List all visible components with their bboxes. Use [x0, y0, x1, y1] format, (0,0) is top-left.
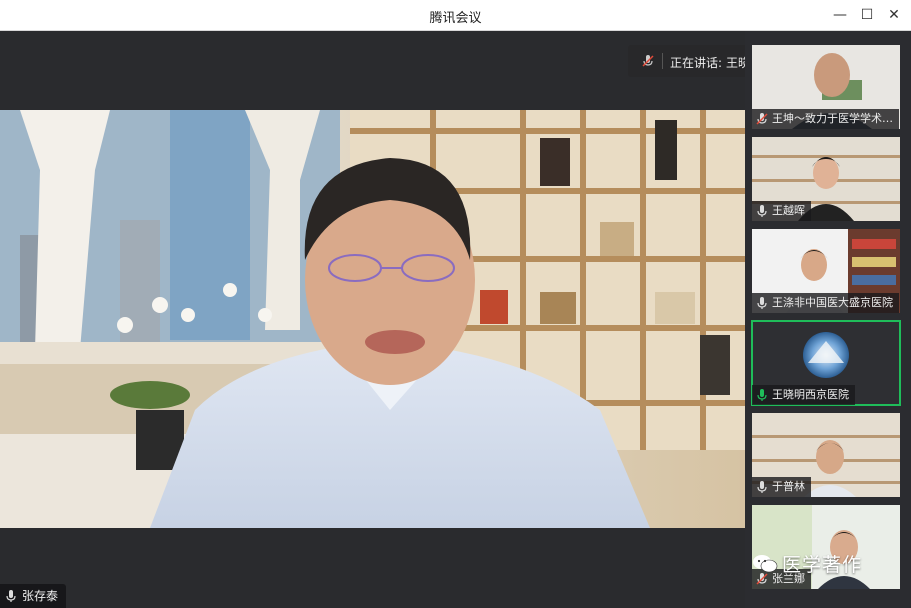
participant-tile[interactable]: 王越晖 [752, 137, 900, 221]
minimize-button[interactable]: — [829, 4, 851, 26]
participant-name: 王涤非中国医大盛京医院 [772, 296, 893, 309]
main-video[interactable] [0, 110, 745, 528]
meeting-window: 腾讯会议 — ☐ ✕ 张存泰 正在讲话: 王坤～致力于医学学术… 王越晖 王涤非… [0, 0, 911, 608]
watermark-text: 医学著作 [782, 554, 863, 576]
window-title: 腾讯会议 [429, 11, 482, 26]
participant-name: 于普林 [772, 480, 805, 493]
speaking-label: 正在讲话: [670, 56, 723, 70]
participant-label: 于普林 [752, 477, 811, 497]
microphone-icon [6, 590, 16, 602]
microphone-icon [757, 297, 767, 309]
microphone-icon [757, 481, 767, 493]
muted-microphone-icon [756, 113, 768, 125]
divider [662, 53, 663, 69]
participant-label: 王越晖 [752, 201, 811, 221]
participant-label: 王涤非中国医大盛京医院 [752, 293, 899, 313]
participant-tile[interactable]: 于普林 [752, 413, 900, 497]
participant-tile-active[interactable]: 王晓明西京医院 [751, 320, 901, 406]
participant-name: 王坤～致力于医学学术… [772, 112, 893, 125]
watermark: 医学著作 [752, 550, 862, 577]
participant-name: 王越晖 [772, 204, 805, 217]
title-bar: 腾讯会议 — ☐ ✕ [0, 0, 911, 31]
wechat-icon [753, 554, 778, 572]
participant-sidebar: 王坤～致力于医学学术… 王越晖 王涤非中国医大盛京医院 王晓明西京医院 于普林 … [745, 31, 911, 608]
maximize-button[interactable]: ☐ [856, 4, 878, 26]
muted-microphone-icon [642, 55, 654, 67]
participant-label: 王晓明西京医院 [752, 385, 855, 405]
main-participant-name: 张存泰 [22, 589, 59, 603]
participant-name: 王晓明西京医院 [772, 388, 849, 401]
participant-tile[interactable]: 王涤非中国医大盛京医院 [752, 229, 900, 313]
main-participant-badge: 张存泰 [0, 584, 67, 608]
microphone-icon [757, 205, 767, 217]
main-stage: 张存泰 [0, 31, 745, 608]
close-button[interactable]: ✕ [883, 4, 905, 26]
participant-tile[interactable]: 王坤～致力于医学学术… [752, 45, 900, 129]
speaking-microphone-icon [757, 389, 767, 401]
participant-label: 王坤～致力于医学学术… [752, 109, 899, 129]
speaker-video-frame [0, 110, 745, 528]
